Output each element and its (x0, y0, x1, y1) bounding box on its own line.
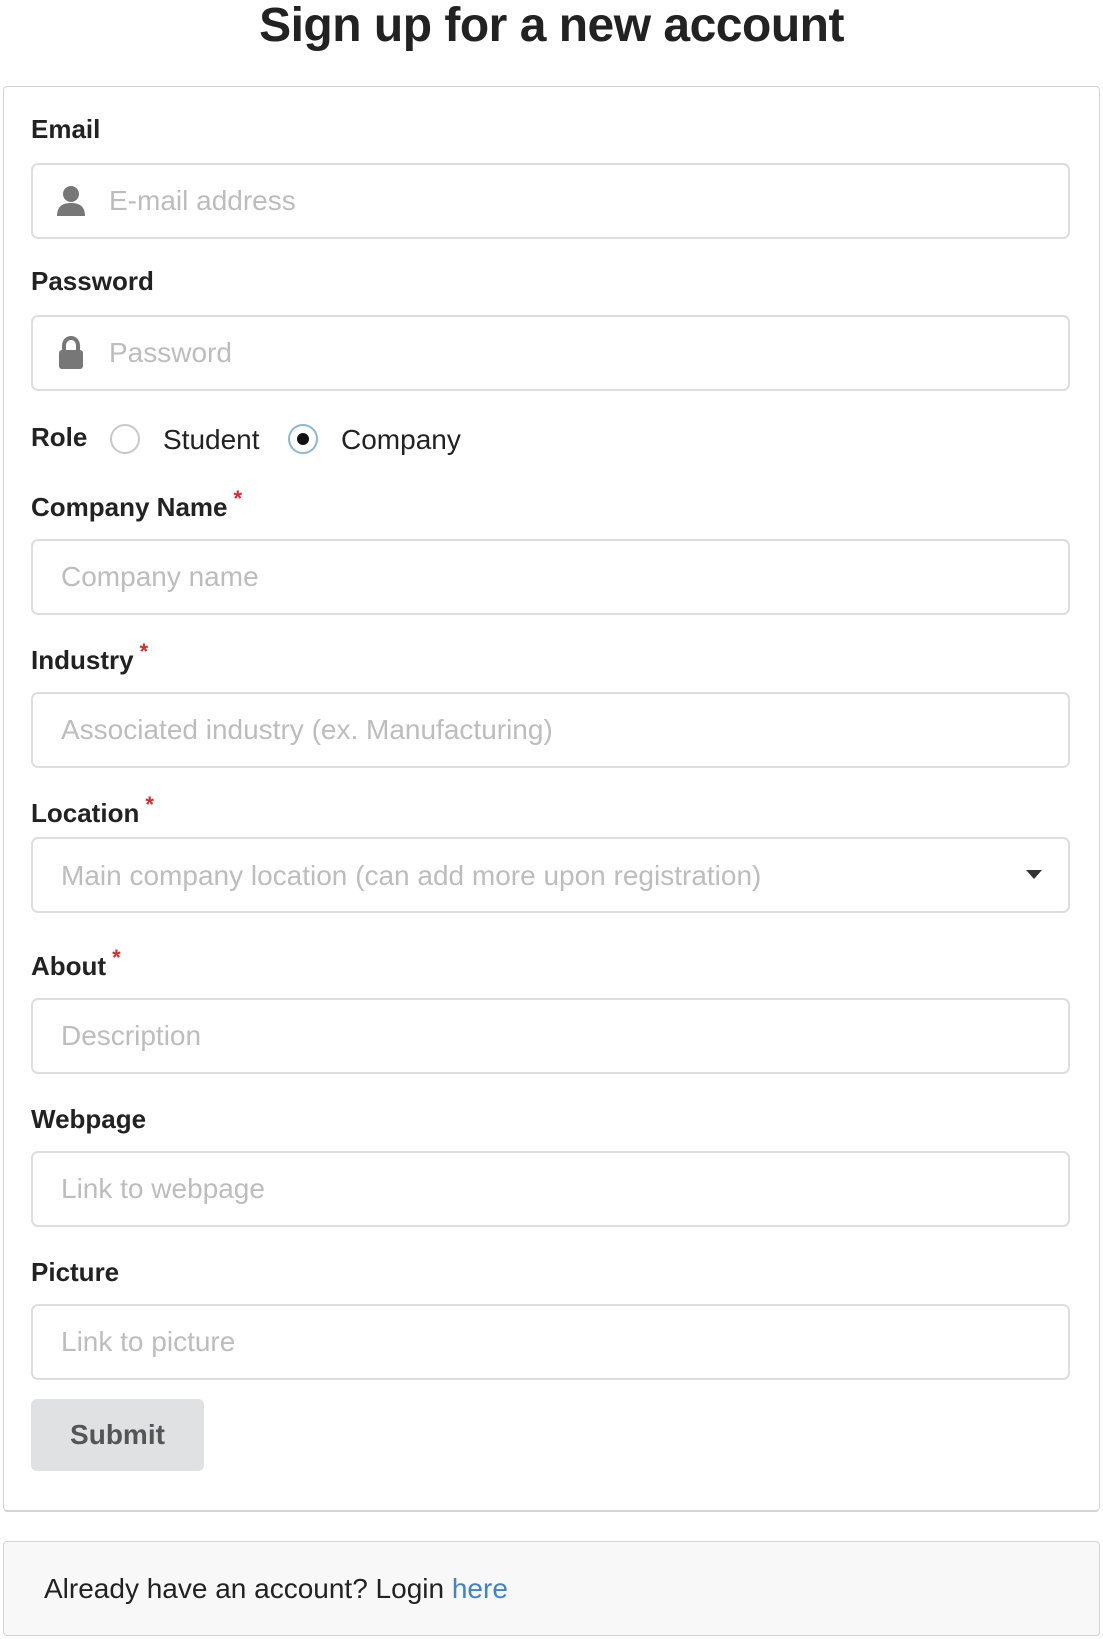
industry-input[interactable] (31, 692, 1070, 768)
required-indicator: * (112, 945, 121, 970)
role-label: Role (31, 422, 88, 452)
location-label: Location * (31, 792, 154, 828)
industry-label: Industry * (31, 639, 149, 675)
about-label: About * (31, 945, 121, 981)
email-label: Email (31, 114, 101, 144)
webpage-label: Webpage (31, 1104, 147, 1134)
company-radio[interactable] (288, 424, 318, 454)
password-input[interactable] (31, 315, 1070, 391)
dropdown-caret-icon (1026, 870, 1042, 879)
user-icon (57, 186, 85, 216)
company-name-input[interactable] (31, 539, 1070, 615)
page-title: Sign up for a new account (259, 0, 844, 52)
company-radio-label[interactable]: Company (341, 425, 461, 455)
student-radio-label[interactable]: Student (163, 425, 260, 455)
required-indicator: * (233, 486, 243, 511)
picture-input[interactable] (31, 1304, 1070, 1380)
company-name-label: Company Name * (31, 486, 243, 522)
webpage-input[interactable] (31, 1151, 1070, 1227)
required-indicator: * (139, 639, 149, 664)
login-link[interactable]: here (452, 1573, 508, 1604)
submit-button[interactable]: Submit (31, 1399, 204, 1471)
lock-icon (59, 336, 83, 369)
student-radio[interactable] (110, 424, 140, 454)
location-dropdown[interactable]: Main company location (can add more upon… (31, 837, 1070, 913)
email-input[interactable] (31, 163, 1070, 239)
login-message: Already have an account? Login here (3, 1541, 1100, 1636)
password-label: Password (31, 266, 154, 296)
about-input[interactable] (31, 998, 1070, 1074)
login-prompt: Already have an account? Login here (44, 1573, 508, 1604)
picture-label: Picture (31, 1257, 120, 1287)
location-dropdown-placeholder: Main company location (can add more upon… (61, 860, 762, 891)
required-indicator: * (145, 792, 154, 817)
signup-form (3, 86, 1100, 1511)
